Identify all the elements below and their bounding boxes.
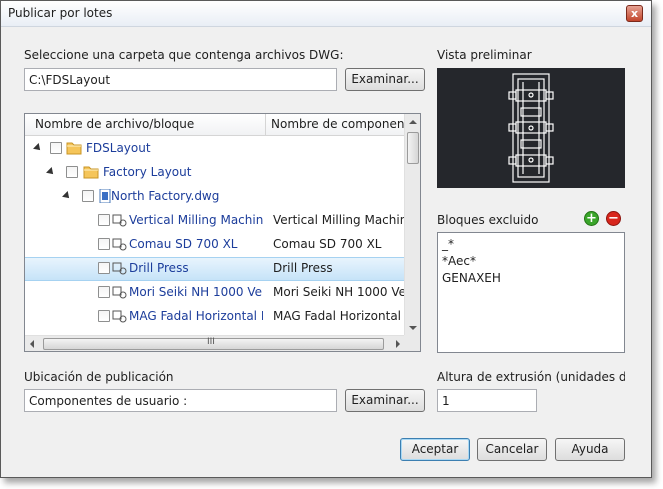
row-name: Drill Press: [129, 261, 189, 275]
add-excluded-icon[interactable]: +: [584, 211, 599, 226]
extrusion-height-input[interactable]: [437, 389, 537, 412]
scroll-corner: [404, 335, 420, 351]
block-icon: [112, 214, 127, 227]
excluded-blocks-label: Bloques excluido: [437, 213, 539, 227]
accept-button[interactable]: Aceptar: [400, 438, 470, 461]
folder-icon: [66, 142, 82, 155]
publish-location-input[interactable]: [24, 389, 337, 412]
scroll-up-arrow[interactable]: [405, 114, 420, 130]
row-component: Mori Seiki NH 1000 Vertic: [273, 285, 404, 299]
list-item[interactable]: _*: [442, 236, 620, 253]
tree-row[interactable]: Comau SD 700 XL Comau SD 700 XL: [25, 233, 406, 257]
row-checkbox[interactable]: [98, 286, 110, 298]
row-component: Drill Press: [273, 261, 333, 275]
cancel-button[interactable]: Cancelar: [477, 438, 547, 461]
row-checkbox[interactable]: [98, 238, 110, 250]
scroll-down-arrow[interactable]: [405, 320, 420, 336]
row-component: Vertical Milling Machine: [273, 213, 404, 227]
folder-icon: [83, 166, 99, 179]
tree-row-selected[interactable]: Drill Press Drill Press: [25, 257, 406, 281]
dialog-window: Publicar por lotes x Seleccione una carp…: [0, 0, 652, 478]
row-name: MAG Fadal Horizontal M: [129, 309, 263, 323]
excluded-blocks-list[interactable]: _* *Aec* GENAXEH: [437, 232, 625, 353]
row-checkbox[interactable]: [82, 190, 94, 202]
block-icon: [112, 310, 127, 323]
publish-location-label: Ubicación de publicación: [24, 370, 174, 384]
publish-browse-button[interactable]: Examinar...: [345, 389, 425, 412]
expander-icon[interactable]: [46, 167, 56, 177]
tree-row[interactable]: Factory Layout: [25, 161, 406, 185]
expander-icon[interactable]: [33, 143, 43, 153]
remove-excluded-icon[interactable]: −: [606, 211, 621, 226]
row-name: Vertical Milling Machine: [129, 213, 263, 227]
folder-browse-button[interactable]: Examinar...: [345, 68, 425, 91]
row-name: North Factory.dwg: [111, 189, 220, 203]
horizontal-scroll-thumb[interactable]: III: [43, 337, 384, 350]
vertical-scroll-thumb[interactable]: [407, 132, 419, 164]
row-component: MAG Fadal Horizontal Ma: [273, 309, 404, 323]
scroll-left-arrow[interactable]: [25, 336, 41, 351]
list-item[interactable]: *Aec*: [442, 253, 620, 270]
extrusion-height-label: Altura de extrusión (unidades de b: [437, 370, 625, 384]
window-title: Publicar por lotes: [8, 6, 113, 20]
tree-row[interactable]: North Factory.dwg: [25, 185, 406, 209]
row-name: FDSLayout: [86, 141, 151, 155]
preview-label: Vista preliminar: [437, 48, 532, 62]
row-checkbox[interactable]: [98, 262, 110, 274]
row-component: Comau SD 700 XL: [273, 237, 382, 251]
block-icon: [112, 262, 127, 275]
horizontal-scrollbar[interactable]: III: [25, 335, 406, 351]
row-checkbox[interactable]: [98, 310, 110, 322]
file-block-tree[interactable]: Nombre de archivo/bloque Nombre de compo…: [24, 113, 421, 352]
tree-row[interactable]: Vertical Milling Machine Vertical Millin…: [25, 209, 406, 233]
preview-pane: [437, 68, 625, 188]
tree-row[interactable]: FDSLayout: [25, 137, 406, 161]
column-header-component[interactable]: Nombre de componente: [271, 117, 405, 131]
scroll-grip: III: [207, 337, 215, 347]
expander-icon[interactable]: [62, 191, 72, 201]
close-button[interactable]: x: [626, 5, 643, 22]
layout-preview-drawing: [508, 73, 554, 183]
block-icon: [112, 286, 127, 299]
list-item[interactable]: GENAXEH: [442, 270, 620, 287]
tree-header: Nombre de archivo/bloque Nombre de compo…: [25, 114, 406, 136]
row-checkbox[interactable]: [50, 142, 62, 154]
tree-body: FDSLayout Factory Layout North Factory.d…: [25, 137, 406, 336]
column-header-file[interactable]: Nombre de archivo/bloque: [35, 117, 263, 131]
row-checkbox[interactable]: [98, 214, 110, 226]
title-bar[interactable]: Publicar por lotes x: [1, 1, 651, 27]
row-name: Mori Seiki NH 1000 Verti: [129, 285, 263, 299]
row-name: Comau SD 700 XL: [129, 237, 238, 251]
block-icon: [112, 238, 127, 251]
folder-path-input[interactable]: [24, 68, 337, 91]
tree-row[interactable]: MAG Fadal Horizontal M MAG Fadal Horizon…: [25, 305, 406, 329]
folder-label: Seleccione una carpeta que contenga arch…: [24, 48, 344, 62]
tree-row[interactable]: Mori Seiki NH 1000 Verti Mori Seiki NH 1…: [25, 281, 406, 305]
row-name: Factory Layout: [103, 165, 192, 179]
help-button[interactable]: Ayuda: [555, 438, 625, 461]
vertical-scrollbar[interactable]: [404, 114, 420, 336]
row-checkbox[interactable]: [66, 166, 78, 178]
